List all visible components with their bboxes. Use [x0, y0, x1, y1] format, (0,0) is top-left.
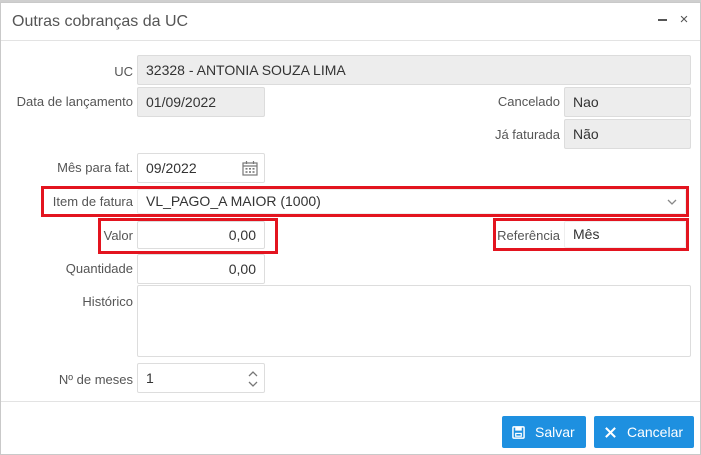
uc-value: 32328 - ANTONIA SOUZA LIMA	[146, 62, 346, 78]
cancel-button-label: Cancelar	[627, 424, 684, 440]
ja-faturada-field: Não	[564, 119, 691, 149]
cancelado-field: Nao	[564, 87, 691, 117]
quantidade-label: Quantidade	[65, 261, 133, 276]
quantidade-value: 0,00	[228, 261, 256, 277]
save-button-label: Salvar	[535, 424, 575, 440]
cancelado-value: Nao	[573, 94, 599, 110]
data-lancamento-label: Data de lançamento	[16, 94, 133, 109]
item-fatura-value: VL_PAGO_A MAIOR (1000)	[146, 193, 321, 209]
cancel-button[interactable]: Cancelar	[594, 416, 694, 448]
stepper-arrows-icon[interactable]	[248, 370, 258, 388]
num-meses-stepper[interactable]: 1	[137, 363, 265, 393]
valor-input[interactable]: 0,00	[137, 221, 265, 249]
referencia-select[interactable]: Mês	[564, 221, 686, 248]
num-meses-label: Nº de meses	[58, 372, 133, 387]
dialog-titlebar: Outras cobranças da UC ×	[1, 3, 700, 41]
num-meses-value: 1	[146, 370, 154, 386]
historico-text[interactable]	[146, 290, 682, 352]
dialog-title: Outras cobranças da UC	[12, 13, 189, 30]
mes-fat-value: 09/2022	[146, 160, 197, 176]
data-lancamento-field: 01/09/2022	[137, 87, 265, 117]
footer-divider	[1, 401, 700, 402]
referencia-label: Referência	[497, 228, 560, 243]
calendar-icon[interactable]	[242, 160, 258, 176]
quantidade-input[interactable]: 0,00	[137, 254, 265, 284]
close-x-icon	[605, 426, 616, 438]
historico-textarea[interactable]	[137, 285, 691, 357]
ja-faturada-value: Não	[573, 126, 599, 142]
item-fatura-select[interactable]: VL_PAGO_A MAIOR (1000)	[137, 189, 686, 214]
ja-faturada-label: Já faturada	[494, 127, 560, 142]
mes-fat-input[interactable]: 09/2022	[137, 153, 265, 183]
close-icon[interactable]: ×	[677, 12, 691, 27]
uc-label: UC	[114, 64, 133, 79]
data-lancamento-value: 01/09/2022	[146, 94, 217, 110]
chevron-down-icon[interactable]	[667, 197, 677, 207]
referencia-value: Mês	[573, 226, 600, 242]
cancelado-label: Cancelado	[497, 94, 560, 109]
valor-label: Valor	[103, 228, 133, 243]
historico-label: Histórico	[82, 294, 133, 309]
minimize-icon[interactable]	[655, 13, 669, 27]
mes-fat-label: Mês para fat.	[57, 160, 133, 175]
outras-cobrancas-dialog: Outras cobranças da UC × UC 32328 - ANTO…	[0, 2, 701, 455]
item-fatura-label: Item de fatura	[52, 194, 133, 209]
save-button[interactable]: Salvar	[502, 416, 586, 448]
valor-value: 0,00	[228, 227, 256, 243]
uc-field: 32328 - ANTONIA SOUZA LIMA	[137, 55, 691, 85]
save-icon	[512, 425, 525, 439]
